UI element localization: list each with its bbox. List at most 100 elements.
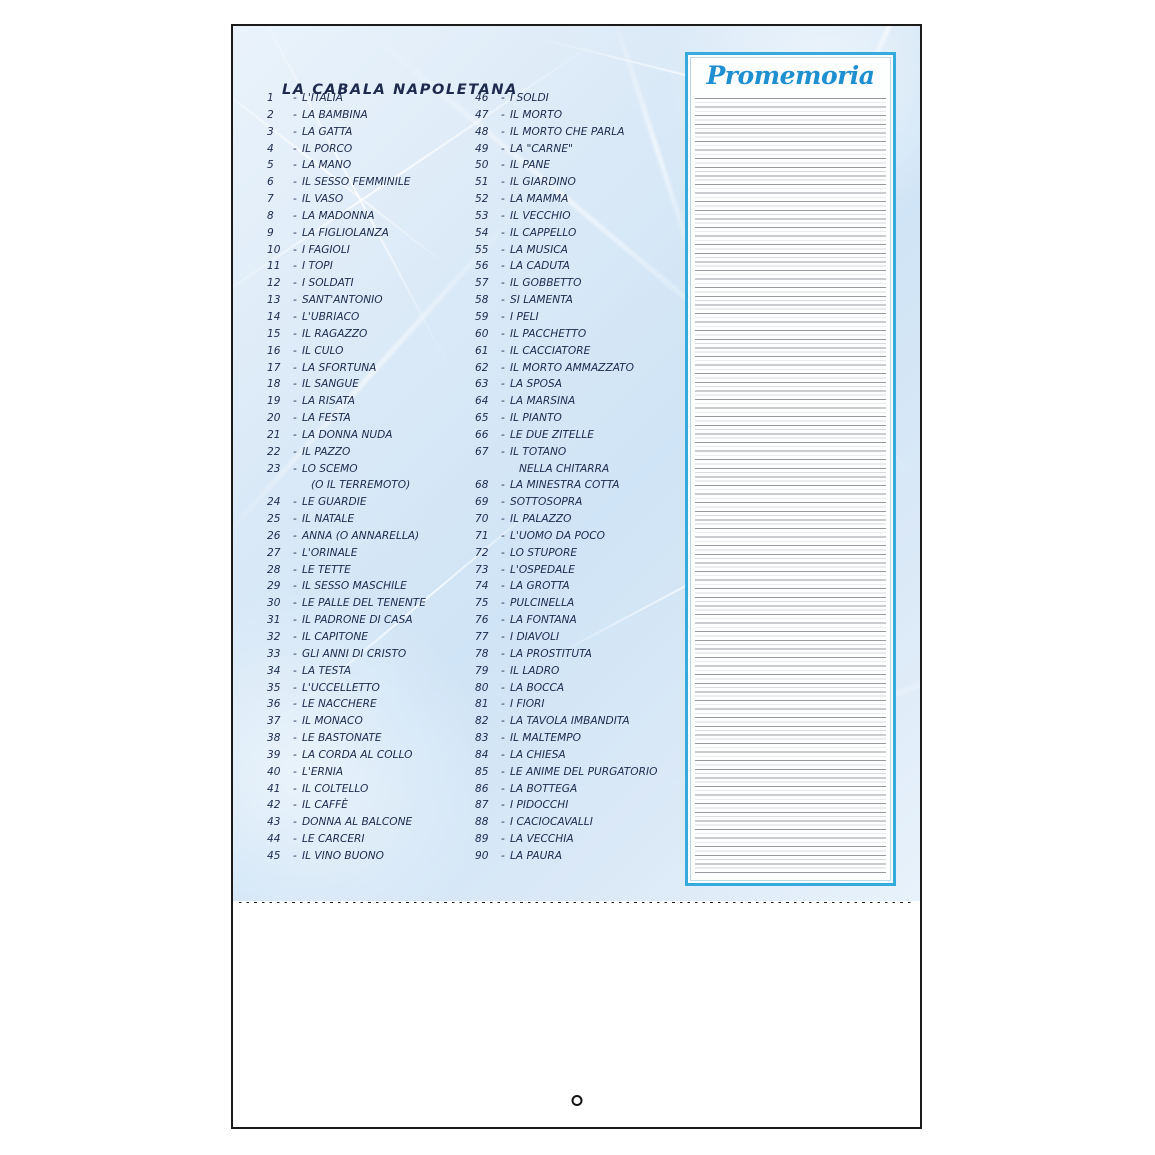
cabala-entry-number: 25 (267, 513, 281, 526)
cabala-entry: 76- LA FONTANA (475, 614, 680, 631)
cabala-entry-label: IL PANE (510, 159, 551, 172)
cabala-entry-dash: - (501, 563, 505, 576)
cabala-entry: 70- IL PALAZZO (475, 513, 680, 530)
cabala-entry-dash: - (501, 748, 505, 761)
cabala-entry-dash: - (293, 782, 297, 795)
cabala-entry: 54- IL CAPPELLO (475, 227, 680, 244)
cabala-entry-number: 50 (475, 159, 489, 172)
cabala-entry: 47- IL MORTO (475, 109, 680, 126)
cabala-entry-label: LA MANO (302, 159, 352, 172)
cabala-entry: 27- L'ORINALE (267, 547, 479, 564)
cabala-entry-dash: - (293, 748, 297, 761)
cabala-entry-dash: - (501, 496, 505, 509)
cabala-entry-dash: - (293, 816, 297, 829)
cabala-entry-continuation: (O IL TERREMOTO) (267, 479, 479, 496)
cabala-entry-label: L'UOMO DA POCO (510, 529, 605, 542)
cabala-entry-label: IL NATALE (302, 513, 355, 526)
cabala-entry: 69- SOTTOSOPRA (475, 496, 680, 513)
cabala-entry-dash: - (293, 193, 297, 206)
cabala-entry: 89- LA VECCHIA (475, 833, 680, 850)
cabala-entry: 51- IL GIARDINO (475, 176, 680, 193)
cabala-entry: 66- LE DUE ZITELLE (475, 429, 680, 446)
cabala-entry: 45- IL VINO BUONO (267, 850, 479, 867)
cabala-entry-label: LA FIGLIOLANZA (302, 226, 389, 239)
cabala-entry-label: L'ITALIA (302, 92, 343, 104)
cabala-entry-number: 9 (267, 226, 274, 239)
cabala-entry-dash: - (501, 209, 505, 222)
cabala-entry-dash: - (293, 260, 297, 273)
cabala-entry-number: 63 (475, 378, 489, 391)
cabala-entry-label: I FIORI (510, 698, 545, 711)
cabala-entry: 75- PULCINELLA (475, 597, 680, 614)
cabala-entry: 59- I PELI (475, 311, 680, 328)
cabala-entry: 18- IL SANGUE (267, 378, 479, 395)
calendar-sheet: LA CABALA NAPOLETANA 1- L'ITALIA 2- LA BAMB… (231, 24, 922, 1129)
cabala-entry-label: LA CORDA AL COLLO (302, 748, 413, 761)
cabala-entry: 68- LA MINESTRA COTTA (475, 479, 680, 496)
cabala-entry-dash: - (501, 378, 505, 391)
cabala-entry-number: 78 (475, 647, 489, 660)
cabala-entry: 9 - LA FIGLIOLANZA (267, 227, 479, 244)
cabala-entry-dash: - (293, 799, 297, 812)
cabala-entry-dash: - (293, 715, 297, 728)
cabala-entry: 60- IL PACCHETTO (475, 328, 680, 345)
cabala-entry-number: 41 (267, 782, 281, 795)
cabala-entry-label: SI LAMENTA (510, 294, 573, 307)
cabala-entry: 63- LA SPOSA (475, 378, 680, 395)
cabala-entry-dash: - (501, 428, 505, 441)
cabala-entry-dash: - (501, 193, 505, 206)
cabala-entry: 71- L'UOMO DA POCO (475, 530, 680, 547)
cabala-entry: 84- LA CHIESA (475, 749, 680, 766)
cabala-entry-dash: - (293, 428, 297, 441)
cabala-entry-dash: - (293, 496, 297, 509)
cabala-entry-number: 56 (475, 260, 489, 273)
cabala-entry-number: 34 (267, 664, 281, 677)
cabala-entry-dash: - (501, 108, 505, 121)
cabala-entry-label: LE GUARDIE (302, 496, 367, 509)
cabala-entry-number: 89 (475, 833, 489, 846)
cabala-entry: 78- LA PROSTITUTA (475, 648, 680, 665)
cabala-entry-label: LA GATTA (302, 125, 353, 138)
promemoria-notepad[interactable]: Promemoria (685, 52, 896, 886)
cabala-entry-label: L'ORINALE (302, 546, 358, 559)
cabala-entry-number: 8 (267, 209, 274, 222)
cabala-entry-dash: - (501, 327, 505, 340)
cabala-entry-number: 68 (475, 479, 489, 492)
blue-background-panel: LA CABALA NAPOLETANA 1- L'ITALIA 2- LA BAMB… (233, 26, 920, 901)
cabala-entry-number: 11 (267, 260, 281, 273)
cabala-entry-dash: - (293, 445, 297, 458)
cabala-entry-dash: - (501, 159, 505, 172)
cabala-entry-number: 88 (475, 816, 489, 829)
cabala-entry-dash: - (501, 412, 505, 425)
cabala-entry: 2 - LA BAMBINA (267, 109, 479, 126)
cabala-entry-label: IL PIANTO (510, 412, 562, 425)
cabala-entry: 82- LA TAVOLA IMBANDITA (475, 715, 680, 732)
cabala-entry: 38- LE BASTONATE (267, 732, 479, 749)
cabala-entry-number: 39 (267, 748, 281, 761)
cabala-entry-dash: - (501, 681, 505, 694)
cabala-entry-label: IL LADRO (510, 664, 560, 677)
cabala-entry-number: 46 (475, 92, 489, 104)
cabala-entry-dash: - (293, 580, 297, 593)
cabala-entry-number: 61 (475, 344, 489, 357)
cabala-entry-label: L'UCCELLETTO (302, 681, 380, 694)
cabala-entry-number: 73 (475, 563, 489, 576)
cabala-entry-number: 64 (475, 395, 489, 408)
cabala-entry-dash: - (293, 681, 297, 694)
cabala-entry-label: NELLA CHITARRA (519, 462, 610, 475)
cabala-entry-dash: - (501, 479, 505, 492)
cabala-entry-dash: - (293, 529, 297, 542)
cabala-entry-dash: - (501, 294, 505, 307)
cabala-entry-dash: - (501, 765, 505, 778)
cabala-entry-label: IL VASO (302, 193, 344, 206)
cabala-entry: 58- SI LAMENTA (475, 294, 680, 311)
cabala-entry: 65- IL PIANTO (475, 412, 680, 429)
cabala-entry-number: 74 (475, 580, 489, 593)
cabala-entry: 41- IL COLTELLO (267, 783, 479, 800)
cabala-entry-dash: - (501, 445, 505, 458)
cabala-entry-dash: - (293, 378, 297, 391)
cabala-entry: 13- SANT'ANTONIO (267, 294, 479, 311)
cabala-entry-number: 1 (267, 92, 274, 104)
promemoria-ruled-lines[interactable] (695, 98, 886, 876)
cabala-entry-label: DONNA AL BALCONE (302, 816, 413, 829)
